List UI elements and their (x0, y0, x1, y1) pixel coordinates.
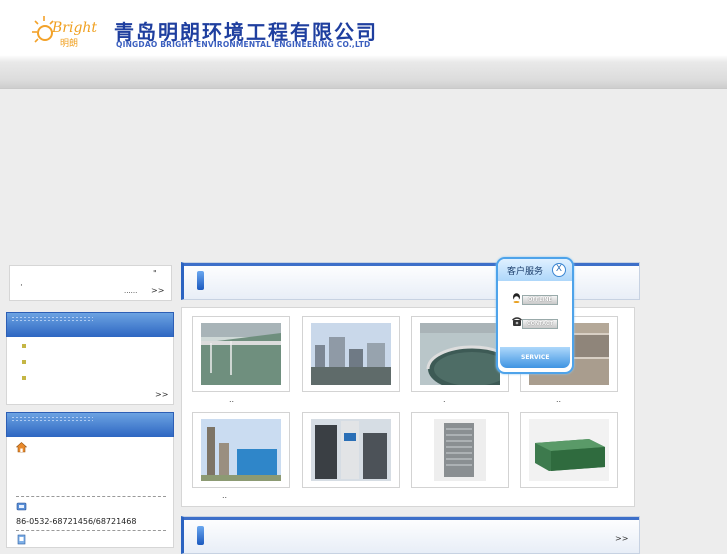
news-bullet (22, 360, 26, 364)
product-thumbnail[interactable] (411, 316, 518, 392)
intro-dot: · (20, 281, 23, 291)
contact-phone: 86-0532-68721456/68721468 (16, 517, 137, 526)
section-tag-icon (197, 271, 204, 290)
intro-ellipsis: ...... (124, 287, 138, 295)
product-image (311, 419, 391, 481)
contact-box-header (6, 412, 174, 438)
news-bullet (22, 344, 26, 348)
intro-box: " · ...... >> (9, 265, 172, 301)
bottom-section-header: >> (181, 516, 640, 554)
product-thumbnail[interactable] (302, 412, 400, 488)
product-thumbnail[interactable] (192, 316, 290, 392)
home-icon (15, 442, 28, 453)
popup-header: 客户服务 X (498, 259, 572, 281)
product-caption[interactable]: .. (222, 491, 227, 500)
product-thumbnail[interactable] (302, 316, 400, 392)
divider (16, 530, 166, 531)
popup-close-button[interactable]: X (552, 263, 566, 277)
product-image (434, 419, 486, 481)
intro-quote: " (153, 269, 157, 278)
customer-service-popup: 客户服务 X OFFLINE CONTACT SERVICE (496, 257, 574, 374)
product-caption[interactable]: .. (556, 395, 561, 404)
product-thumbnail[interactable] (411, 412, 509, 488)
news-more-link[interactable]: >> (155, 390, 168, 399)
product-caption[interactable]: . (443, 395, 446, 404)
contact-button[interactable]: CONTACT (522, 319, 558, 329)
product-image (201, 323, 281, 385)
news-bullet (22, 376, 26, 380)
svg-text:Bright: Bright (51, 20, 97, 36)
header-dots-decoration (11, 316, 93, 322)
intro-more-link[interactable]: >> (151, 286, 164, 295)
divider (16, 496, 166, 497)
product-image (311, 323, 391, 385)
product-image (201, 419, 281, 481)
product-thumbnail[interactable] (192, 412, 290, 488)
product-caption[interactable]: .. (229, 395, 234, 404)
telephone-icon (512, 317, 522, 327)
header-top-line (184, 517, 639, 520)
news-box: >> (6, 337, 174, 405)
svg-text:明朗: 明朗 (60, 37, 78, 49)
news-box-header (6, 312, 174, 338)
phone-icon (16, 501, 27, 512)
header-dots-decoration (11, 416, 93, 422)
popup-footer-label: SERVICE (521, 354, 550, 361)
product-image (420, 323, 518, 391)
section-tag-icon (197, 526, 204, 545)
site-header: Bright 明朗 青岛明朗环境工程有限公司 QINGDAO BRIGHT EN… (0, 0, 727, 89)
company-name-en: QINGDAO BRIGHT ENVIRONMENTAL ENGINEERING… (116, 40, 371, 49)
qq-icon (512, 293, 521, 303)
product-image (529, 419, 609, 481)
contact-box: 86-0532-68721456/68721468 (6, 437, 174, 548)
offline-button[interactable]: OFFLINE (522, 295, 558, 305)
bottom-more-link[interactable]: >> (615, 534, 628, 543)
company-logo[interactable]: Bright 明朗 (30, 12, 105, 54)
fax-icon (16, 534, 27, 545)
popup-footer: SERVICE (500, 347, 570, 368)
popup-title: 客户服务 (507, 267, 544, 277)
product-thumbnail[interactable] (520, 412, 618, 488)
